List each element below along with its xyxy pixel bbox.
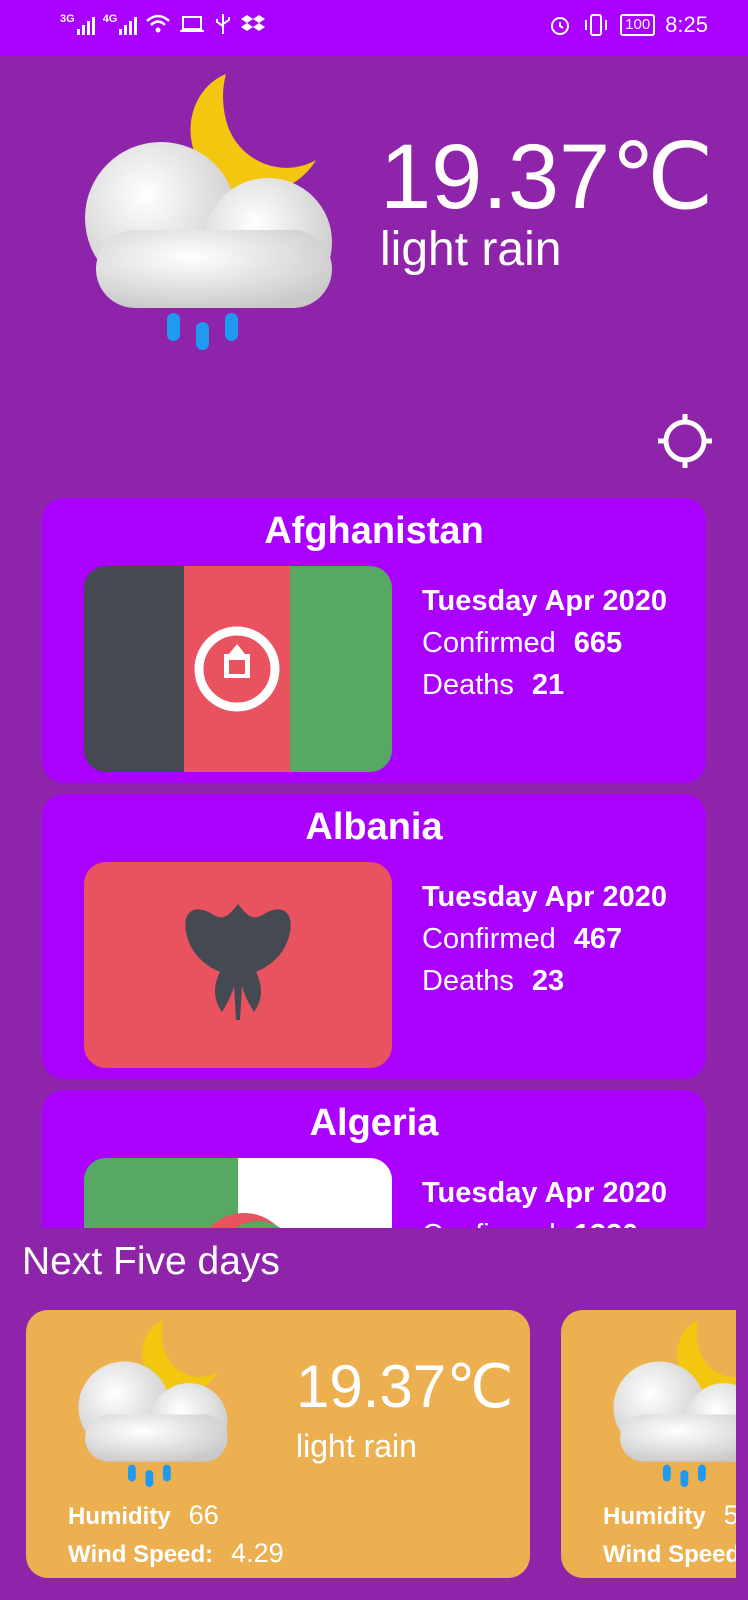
forecast-title: Next Five days — [22, 1240, 280, 1283]
forecast-carousel[interactable]: 19.37℃ light rain Humidity 66 Wind Speed:… — [0, 1310, 736, 1590]
status-icons-left: 3G 4G — [60, 12, 266, 36]
country-card[interactable]: Albania Tuesday Apr 2020 Confirmed 467 De… — [42, 794, 706, 1079]
forecast-card[interactable]: Humidity 5 Wind Speed: — [561, 1310, 736, 1578]
country-card[interactable]: Afghanistan Tuesday Apr 2020 Confirmed 66… — [42, 498, 706, 783]
laptop-icon — [180, 16, 205, 32]
crosshair-icon[interactable] — [656, 412, 714, 470]
confirmed-label: Confirmed — [422, 1219, 556, 1228]
forecast-temperature: 19.37℃ — [296, 1353, 514, 1420]
confirmed-value: 1320 — [574, 1219, 639, 1228]
confirmed-value: 665 — [573, 627, 623, 659]
wind-row: Wind Speed: 4.29 — [68, 1538, 284, 1570]
humidity-label: Humidity — [603, 1503, 706, 1530]
deaths-value: 21 — [531, 669, 565, 701]
confirmed-label: Confirmed — [422, 923, 556, 955]
country-stats: Tuesday Apr 2020 Confirmed 467 Deaths 23 — [422, 876, 667, 1002]
status-bar: 3G 4G 100 8:25 — [0, 0, 748, 56]
time-label: 8:25 — [665, 12, 708, 37]
country-list[interactable]: Afghanistan Tuesday Apr 2020 Confirmed 66… — [0, 496, 748, 1228]
humidity-row: Humidity 5 — [603, 1500, 736, 1532]
wind-label: Wind Speed: — [68, 1541, 214, 1568]
stats-date: Tuesday Apr 2020 — [422, 1177, 667, 1209]
country-name: Afghanistan — [264, 510, 484, 552]
network-label-1: 3G — [60, 13, 75, 25]
wind-label: Wind Speed: — [603, 1541, 736, 1568]
wifi-icon — [146, 14, 171, 33]
signal-4g-icon: 4G — [103, 13, 138, 35]
humidity-row: Humidity 66 — [68, 1500, 219, 1532]
confirmed-value: 467 — [573, 923, 623, 955]
humidity-value: 5 — [723, 1500, 736, 1530]
confirmed-label: Confirmed — [422, 627, 556, 659]
humidity-label: Humidity — [68, 1503, 171, 1530]
deaths-label: Deaths — [422, 965, 514, 997]
moon-cloud-rain-icon — [85, 74, 332, 350]
forecast-card[interactable]: 19.37℃ light rain Humidity 66 Wind Speed:… — [26, 1310, 530, 1578]
deaths-label: Deaths — [422, 669, 514, 701]
afghanistan-flag-icon — [84, 566, 392, 772]
current-temperature: 19.37℃ — [380, 126, 714, 228]
country-name: Algeria — [309, 1102, 439, 1144]
forecast-description: light rain — [296, 1428, 417, 1464]
stats-date: Tuesday Apr 2020 — [422, 585, 667, 617]
stats-date: Tuesday Apr 2020 — [422, 881, 667, 913]
dropbox-icon — [241, 15, 266, 31]
moon-cloud-rain-icon — [613, 1320, 736, 1487]
network-label-2: 4G — [102, 13, 118, 25]
usb-icon — [216, 14, 231, 34]
battery-indicator: 100 — [620, 14, 656, 36]
vibrate-icon — [585, 14, 608, 36]
albania-flag-icon — [84, 862, 392, 1068]
moon-cloud-rain-icon — [78, 1320, 228, 1487]
humidity-value: 66 — [188, 1500, 219, 1530]
country-stats: Tuesday Apr 2020 Confirmed 665 Deaths 21 — [422, 580, 667, 706]
status-icons-right: 100 8:25 — [548, 12, 708, 38]
algeria-flag-icon — [84, 1158, 392, 1228]
wind-row: Wind Speed: — [603, 1538, 736, 1570]
country-name: Albania — [305, 806, 443, 848]
signal-3g-icon: 3G — [60, 13, 95, 35]
deaths-value: 23 — [531, 965, 565, 997]
country-stats: Tuesday Apr 2020 Confirmed 1320 — [422, 1172, 667, 1228]
country-card[interactable]: Algeria Tuesday Apr 2020 Confirmed 1320 — [42, 1090, 706, 1228]
alarm-icon — [551, 17, 570, 35]
wind-value: 4.29 — [231, 1538, 284, 1568]
weather-description: light rain — [380, 223, 562, 276]
